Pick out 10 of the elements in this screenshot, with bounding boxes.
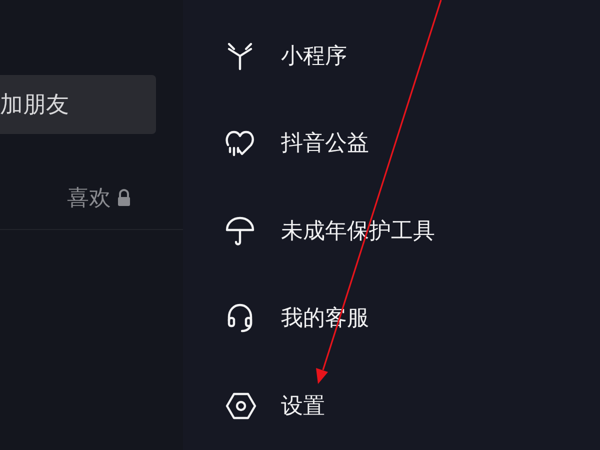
asterisk-icon [225, 40, 255, 71]
menu-item[interactable]: 小程序 [281, 40, 347, 71]
headset-icon [225, 303, 255, 334]
menu-item[interactable]: 抖音公益 [281, 128, 369, 158]
menu-item[interactable]: 设置 [281, 390, 325, 421]
heart-icon [225, 129, 255, 158]
likes-tab[interactable]: 喜欢 [67, 183, 111, 213]
settings-icon [225, 392, 257, 420]
add-friends-button[interactable]: 加朋友 [0, 75, 156, 134]
umbrella-icon [225, 216, 255, 246]
